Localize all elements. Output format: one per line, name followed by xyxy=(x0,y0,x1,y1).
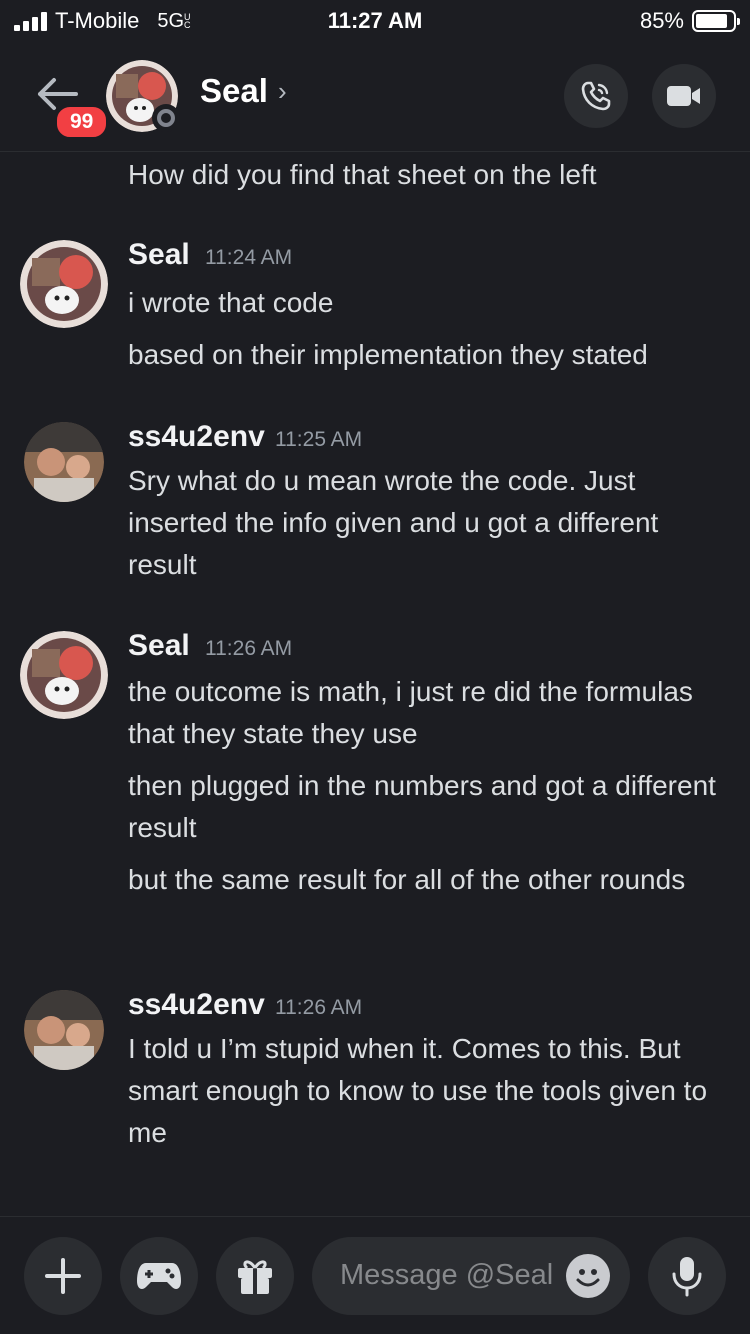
gift-button[interactable] xyxy=(216,1237,294,1315)
message-author[interactable]: Seal xyxy=(128,629,190,663)
phone-icon xyxy=(581,81,611,111)
message-text: then plugged in the numbers and got a di… xyxy=(128,770,716,843)
message-text: but the same result for all of the other… xyxy=(128,864,686,895)
message-text: I told u I’m stupid when it. Comes to th… xyxy=(128,1033,708,1148)
gift-icon xyxy=(238,1260,272,1294)
message-text: based on their implementation they state… xyxy=(128,339,648,370)
battery-percent: 85% xyxy=(639,8,684,33)
unread-badge: 99 xyxy=(54,104,110,140)
plus-icon xyxy=(45,1258,81,1294)
add-attachment-button[interactable] xyxy=(24,1237,102,1315)
message-author[interactable]: Seal xyxy=(128,238,190,272)
video-call-button[interactable] xyxy=(652,64,716,128)
message-timestamp: 11:26 AM xyxy=(275,996,363,1019)
battery-icon xyxy=(692,10,740,32)
avatar[interactable] xyxy=(20,631,108,719)
chevron-right-icon[interactable]: › xyxy=(278,76,287,107)
avatar[interactable] xyxy=(24,990,104,1070)
microphone-icon xyxy=(672,1257,702,1297)
message-text: i wrote that code xyxy=(128,287,334,318)
message-text: How did you find that sheet on the left xyxy=(128,159,597,190)
message-author[interactable]: ss4u2env xyxy=(128,988,265,1022)
video-camera-icon xyxy=(667,86,700,106)
avatar[interactable] xyxy=(24,422,104,502)
avatar[interactable] xyxy=(20,240,108,328)
composer-bar xyxy=(0,1216,750,1334)
voice-message-button[interactable] xyxy=(648,1237,726,1315)
smiley-icon[interactable] xyxy=(566,1254,610,1298)
games-button[interactable] xyxy=(120,1237,198,1315)
clock: 11:27 AM xyxy=(327,8,423,33)
message-timestamp: 11:24 AM xyxy=(205,246,293,269)
status-right: 85% xyxy=(639,8,740,34)
message-timestamp: 11:25 AM xyxy=(275,428,363,451)
message-author[interactable]: ss4u2env xyxy=(128,420,265,454)
page-title[interactable]: Seal xyxy=(200,72,268,110)
offline-status-icon xyxy=(152,104,180,132)
message-box xyxy=(312,1237,630,1315)
message-input[interactable] xyxy=(340,1253,570,1297)
message-timestamp: 11:26 AM xyxy=(205,637,293,660)
battery-fill xyxy=(696,14,727,28)
voice-call-button[interactable] xyxy=(564,64,628,128)
chat-header: 99 Seal › xyxy=(0,44,750,152)
message-list[interactable]: How did you find that sheet on the left … xyxy=(0,152,750,1216)
message-text: the outcome is math, i just re did the f… xyxy=(128,676,693,749)
gamepad-icon xyxy=(137,1263,181,1289)
status-bar: T-Mobile 5G UC 11:27 AM 85% xyxy=(0,0,750,44)
message-text: Sry what do u mean wrote the code. Just … xyxy=(128,465,659,580)
